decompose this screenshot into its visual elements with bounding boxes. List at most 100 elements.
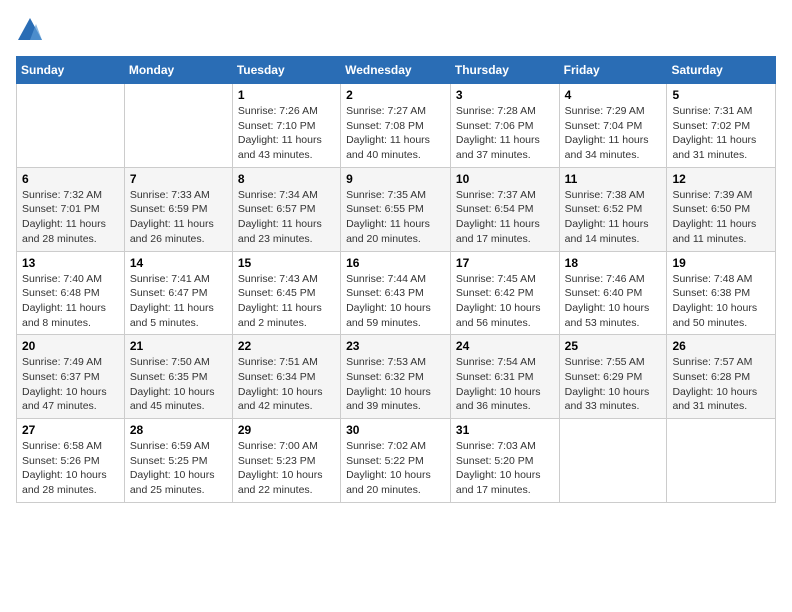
cell-info: Sunset: 5:25 PM	[130, 454, 227, 469]
day-number: 1	[238, 88, 335, 102]
cell-info: Sunrise: 7:28 AM	[456, 104, 554, 119]
calendar-cell: 30Sunrise: 7:02 AMSunset: 5:22 PMDayligh…	[341, 419, 451, 503]
calendar-table: SundayMondayTuesdayWednesdayThursdayFrid…	[16, 56, 776, 503]
cell-info: Daylight: 10 hours and 50 minutes.	[672, 301, 770, 330]
page-header	[16, 16, 776, 44]
calendar-cell: 13Sunrise: 7:40 AMSunset: 6:48 PMDayligh…	[17, 251, 125, 335]
calendar-week-row: 6Sunrise: 7:32 AMSunset: 7:01 PMDaylight…	[17, 167, 776, 251]
cell-info: Daylight: 11 hours and 5 minutes.	[130, 301, 227, 330]
cell-info: Daylight: 10 hours and 36 minutes.	[456, 385, 554, 414]
calendar-cell: 6Sunrise: 7:32 AMSunset: 7:01 PMDaylight…	[17, 167, 125, 251]
cell-info: Sunset: 6:57 PM	[238, 202, 335, 217]
cell-info: Sunrise: 7:03 AM	[456, 439, 554, 454]
day-number: 17	[456, 256, 554, 270]
cell-info: Sunrise: 7:35 AM	[346, 188, 445, 203]
cell-info: Sunset: 7:02 PM	[672, 119, 770, 134]
cell-info: Sunset: 6:38 PM	[672, 286, 770, 301]
calendar-week-row: 13Sunrise: 7:40 AMSunset: 6:48 PMDayligh…	[17, 251, 776, 335]
cell-info: Sunrise: 7:39 AM	[672, 188, 770, 203]
weekday-header: Friday	[559, 57, 667, 84]
day-number: 24	[456, 339, 554, 353]
calendar-cell: 7Sunrise: 7:33 AMSunset: 6:59 PMDaylight…	[124, 167, 232, 251]
cell-info: Daylight: 11 hours and 23 minutes.	[238, 217, 335, 246]
cell-info: Daylight: 11 hours and 40 minutes.	[346, 133, 445, 162]
day-number: 14	[130, 256, 227, 270]
cell-info: Daylight: 11 hours and 17 minutes.	[456, 217, 554, 246]
cell-info: Sunset: 6:43 PM	[346, 286, 445, 301]
calendar-cell: 26Sunrise: 7:57 AMSunset: 6:28 PMDayligh…	[667, 335, 776, 419]
logo-icon	[16, 16, 44, 44]
cell-info: Sunset: 6:47 PM	[130, 286, 227, 301]
cell-info: Sunset: 6:31 PM	[456, 370, 554, 385]
cell-info: Sunset: 6:32 PM	[346, 370, 445, 385]
day-number: 9	[346, 172, 445, 186]
calendar-cell: 12Sunrise: 7:39 AMSunset: 6:50 PMDayligh…	[667, 167, 776, 251]
calendar-cell: 20Sunrise: 7:49 AMSunset: 6:37 PMDayligh…	[17, 335, 125, 419]
cell-info: Sunset: 6:35 PM	[130, 370, 227, 385]
calendar-cell	[17, 84, 125, 168]
cell-info: Sunrise: 7:02 AM	[346, 439, 445, 454]
cell-info: Sunset: 6:45 PM	[238, 286, 335, 301]
calendar-header-row: SundayMondayTuesdayWednesdayThursdayFrid…	[17, 57, 776, 84]
cell-info: Sunset: 6:54 PM	[456, 202, 554, 217]
day-number: 11	[565, 172, 662, 186]
cell-info: Sunset: 6:52 PM	[565, 202, 662, 217]
weekday-header: Sunday	[17, 57, 125, 84]
cell-info: Daylight: 11 hours and 2 minutes.	[238, 301, 335, 330]
cell-info: Sunrise: 6:59 AM	[130, 439, 227, 454]
day-number: 27	[22, 423, 119, 437]
calendar-cell: 2Sunrise: 7:27 AMSunset: 7:08 PMDaylight…	[341, 84, 451, 168]
cell-info: Sunset: 6:28 PM	[672, 370, 770, 385]
cell-info: Sunrise: 7:29 AM	[565, 104, 662, 119]
cell-info: Sunrise: 7:31 AM	[672, 104, 770, 119]
cell-info: Sunset: 7:04 PM	[565, 119, 662, 134]
cell-info: Sunset: 6:55 PM	[346, 202, 445, 217]
cell-info: Daylight: 10 hours and 20 minutes.	[346, 468, 445, 497]
calendar-cell	[559, 419, 667, 503]
day-number: 13	[22, 256, 119, 270]
day-number: 2	[346, 88, 445, 102]
calendar-week-row: 27Sunrise: 6:58 AMSunset: 5:26 PMDayligh…	[17, 419, 776, 503]
cell-info: Daylight: 11 hours and 20 minutes.	[346, 217, 445, 246]
calendar-cell: 11Sunrise: 7:38 AMSunset: 6:52 PMDayligh…	[559, 167, 667, 251]
calendar-cell: 22Sunrise: 7:51 AMSunset: 6:34 PMDayligh…	[232, 335, 340, 419]
cell-info: Sunset: 5:23 PM	[238, 454, 335, 469]
day-number: 31	[456, 423, 554, 437]
calendar-cell: 24 Sunrise: 7:54 AMSunset: 6:31 PMDayligh…	[450, 335, 559, 419]
calendar-cell: 31Sunrise: 7:03 AMSunset: 5:20 PMDayligh…	[450, 419, 559, 503]
day-number: 22	[238, 339, 335, 353]
cell-info: Daylight: 11 hours and 11 minutes.	[672, 217, 770, 246]
calendar-cell: 17Sunrise: 7:45 AMSunset: 6:42 PMDayligh…	[450, 251, 559, 335]
cell-info: Daylight: 10 hours and 28 minutes.	[22, 468, 119, 497]
calendar-cell: 16Sunrise: 7:44 AMSunset: 6:43 PMDayligh…	[341, 251, 451, 335]
day-number: 4	[565, 88, 662, 102]
cell-info: Daylight: 10 hours and 33 minutes.	[565, 385, 662, 414]
day-number: 30	[346, 423, 445, 437]
cell-info: Sunrise: 7:46 AM	[565, 272, 662, 287]
cell-info: Sunrise: 7:53 AM	[346, 355, 445, 370]
cell-info: Daylight: 10 hours and 39 minutes.	[346, 385, 445, 414]
cell-info: Sunset: 6:50 PM	[672, 202, 770, 217]
cell-info: Daylight: 10 hours and 42 minutes.	[238, 385, 335, 414]
calendar-week-row: 1Sunrise: 7:26 AMSunset: 7:10 PMDaylight…	[17, 84, 776, 168]
day-number: 29	[238, 423, 335, 437]
day-number: 21	[130, 339, 227, 353]
cell-info: Sunset: 6:48 PM	[22, 286, 119, 301]
weekday-header: Wednesday	[341, 57, 451, 84]
day-number: 5	[672, 88, 770, 102]
calendar-cell: 3Sunrise: 7:28 AMSunset: 7:06 PMDaylight…	[450, 84, 559, 168]
cell-info: Daylight: 10 hours and 22 minutes.	[238, 468, 335, 497]
cell-info: Sunrise: 7:27 AM	[346, 104, 445, 119]
day-number: 16	[346, 256, 445, 270]
cell-info: Sunrise: 7:57 AM	[672, 355, 770, 370]
day-number: 28	[130, 423, 227, 437]
calendar-cell	[667, 419, 776, 503]
cell-info: Daylight: 10 hours and 25 minutes.	[130, 468, 227, 497]
cell-info: Sunrise: 7:37 AM	[456, 188, 554, 203]
calendar-week-row: 20Sunrise: 7:49 AMSunset: 6:37 PMDayligh…	[17, 335, 776, 419]
cell-info: Sunset: 6:37 PM	[22, 370, 119, 385]
cell-info: Daylight: 11 hours and 28 minutes.	[22, 217, 119, 246]
day-number: 6	[22, 172, 119, 186]
cell-info: Daylight: 10 hours and 17 minutes.	[456, 468, 554, 497]
cell-info: Sunrise: 7:54 AM	[456, 355, 554, 370]
